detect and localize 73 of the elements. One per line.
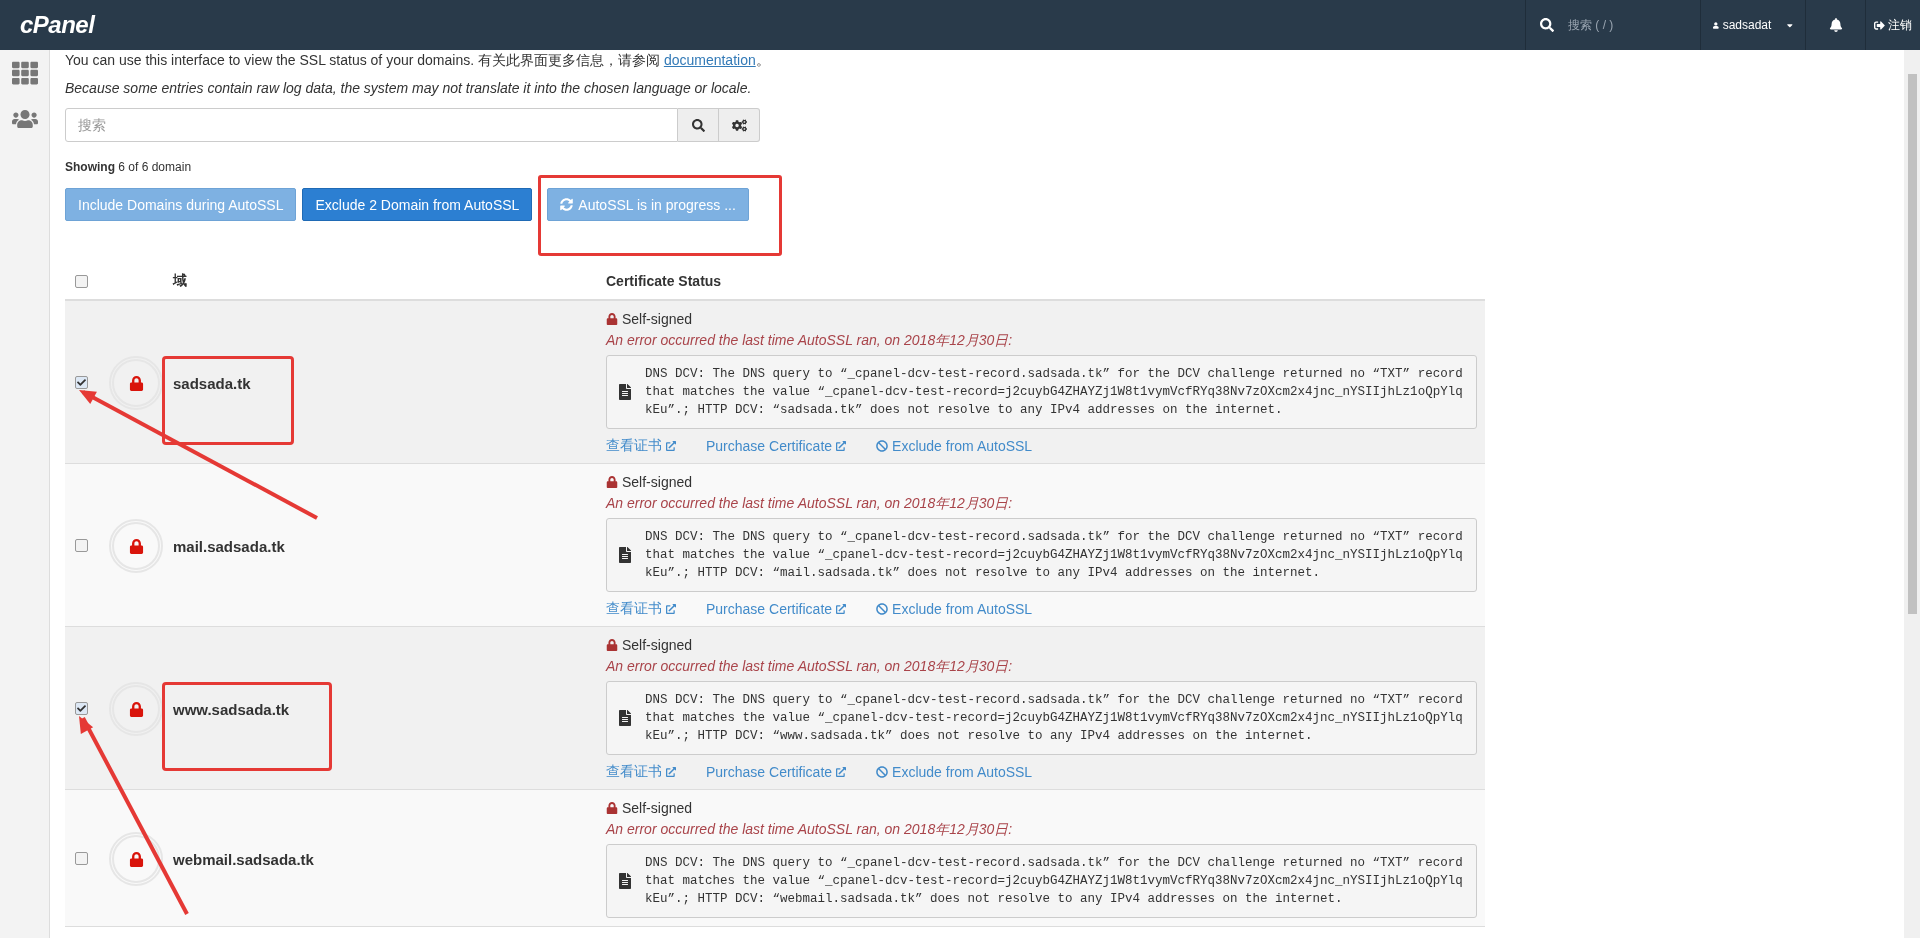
column-header: Certificate Status — [605, 273, 723, 289]
domain-name: webmail.sadsada.tk — [173, 850, 314, 868]
check-icon — [77, 378, 86, 387]
header-search-field[interactable]: 搜索 ( / ) — [1566, 17, 1686, 33]
row-checkbox[interactable] — [75, 852, 88, 865]
action-link[interactable]: Purchase Certificate — [706, 600, 847, 618]
certificate-status: Self-signed — [622, 474, 693, 490]
domain-name: mail.sadsada.tk — [173, 537, 285, 555]
certificate-status: Self-signed — [622, 800, 693, 816]
row-checkbox[interactable] — [75, 539, 88, 552]
domain-name: sadsada.tk — [173, 374, 251, 392]
document-icon — [617, 384, 633, 400]
ban-icon — [876, 603, 889, 615]
sign-out-icon — [1874, 19, 1885, 31]
external-link-icon — [836, 604, 847, 614]
action-link[interactable]: 查看证书 — [606, 437, 676, 455]
sync-icon — [560, 198, 574, 211]
external-link-icon — [666, 604, 676, 614]
action-link[interactable]: Exclude from AutoSSL — [876, 437, 1033, 455]
action-link[interactable]: 查看证书 — [606, 763, 676, 781]
lock-badge — [109, 682, 163, 736]
action-link[interactable]: Purchase Certificate — [706, 763, 847, 781]
log-text: DNS DCV: The DNS query to “_cpanel-dcv-test-record.sadsada.tk” for the DCV challenge returned no “TXT” record that matches the value “_cpanel-dcv-test-record=j2cuybG4ZHAYZj1W8t1vymVcfRYq38Nv7zOXcm2x4jnc_nYSIIjhLz1oQpYlqkEu”.; HTTP DCV: “www.sadsada.tk” does not resolve to any IPv4 addresses on the internet. — [645, 692, 1464, 745]
progress-button[interactable]: AutoSSL is in progress ... — [547, 188, 749, 221]
cpanel-logo[interactable]: cPanel — [0, 11, 95, 39]
lock-badge — [109, 519, 163, 573]
action-button[interactable]: Include Domains during AutoSSL — [65, 188, 297, 221]
action-button[interactable]: Exclude 2 Domain from AutoSSL — [302, 188, 533, 221]
error-message: An error occurred the last time AutoSSL ran, on 2018年12月30日: — [606, 658, 1014, 676]
lock-badge — [109, 832, 163, 886]
search-icon — [1540, 18, 1554, 32]
action-link[interactable]: Exclude from AutoSSL — [876, 763, 1033, 781]
documentation-link[interactable]: documentation — [663, 52, 756, 68]
external-link-icon — [836, 441, 847, 451]
action-link[interactable]: Purchase Certificate — [706, 437, 847, 455]
row-checkbox[interactable] — [75, 376, 88, 389]
log-text: DNS DCV: The DNS query to “_cpanel-dcv-test-record.sadsada.tk” for the DCV challenge returned no “TXT” record that matches the value “_cpanel-dcv-test-record=j2cuybG4ZHAYZj1W8t1vymVcfRYq38Nv7zOXcm2x4jnc_nYSIIjhLz1oQpYlqkEu”.; HTTP DCV: “sadsada.tk” does not resolve to any IPv4 addresses on the internet. — [645, 366, 1464, 419]
user-icon — [1713, 19, 1719, 31]
grid-icon[interactable] — [11, 60, 38, 86]
user-menu-button[interactable]: sadsadat — [1700, 0, 1805, 50]
column-header: 域 — [171, 272, 188, 290]
certificate-status: Self-signed — [622, 311, 693, 327]
ban-icon — [876, 440, 889, 452]
showing-count: Showing 6 of 6 domain — [65, 160, 193, 174]
certificate-status: Self-signed — [622, 637, 693, 653]
scrollbar-thumb[interactable] — [1907, 74, 1917, 614]
intro-text: You can use this interface to view the SSL status of your domains. 有关此界面更多信息，请参阅 documentation。 — [65, 52, 771, 70]
domain-name: www.sadsada.tk — [173, 700, 290, 718]
error-message: An error occurred the last time AutoSSL ran, on 2018年12月30日: — [606, 821, 1014, 839]
settings-button[interactable] — [719, 108, 760, 142]
bell-icon — [1828, 18, 1843, 32]
search-field[interactable]: 搜索 — [65, 108, 678, 142]
document-icon — [617, 547, 633, 563]
error-message: An error occurred the last time AutoSSL ran, on 2018年12月30日: — [606, 495, 1014, 513]
external-link-icon — [666, 441, 676, 451]
check-icon — [77, 704, 86, 713]
log-text: DNS DCV: The DNS query to “_cpanel-dcv-test-record.sadsada.tk” for the DCV challenge returned no “TXT” record that matches the value “_cpanel-dcv-test-record=j2cuybG4ZHAYZj1W8t1vymVcfRYq38Nv7zOXcm2x4jnc_nYSIIjhLz1oQpYlqkEu”.; HTTP DCV: “mail.sadsada.tk” does not resolve to any IPv4 addresses on the internet. — [645, 529, 1464, 582]
gears-icon — [731, 117, 747, 133]
lock-badge — [109, 356, 163, 410]
search-icon — [691, 118, 705, 132]
log-text: DNS DCV: The DNS query to “_cpanel-dcv-test-record.sadsada.tk” for the DCV challenge returned no “TXT” record that matches the value “_cpanel-dcv-test-record=j2cuybG4ZHAYZj1W8t1vymVcfRYq38Nv7zOXcm2x4jnc_nYSIIjhLz1oQpYlqkEu”.; HTTP DCV: “webmail.sadsada.tk” does not resolve to any IPv4 addresses on the internet. — [645, 855, 1464, 908]
external-link-icon — [836, 767, 847, 777]
external-link-icon — [666, 767, 676, 777]
action-link[interactable]: 查看证书 — [606, 600, 676, 618]
document-icon — [617, 873, 633, 889]
note-text: Because some entries contain raw log data, the system may not translate it into the chosen language or locale. — [65, 80, 753, 96]
search-button[interactable] — [678, 108, 719, 142]
error-message: An error occurred the last time AutoSSL ran, on 2018年12月30日: — [606, 332, 1014, 350]
row-checkbox[interactable] — [75, 702, 88, 715]
action-link[interactable]: Exclude from AutoSSL — [876, 600, 1033, 618]
document-icon — [617, 710, 633, 726]
select-all-checkbox[interactable] — [75, 274, 88, 288]
ban-icon — [876, 766, 889, 778]
